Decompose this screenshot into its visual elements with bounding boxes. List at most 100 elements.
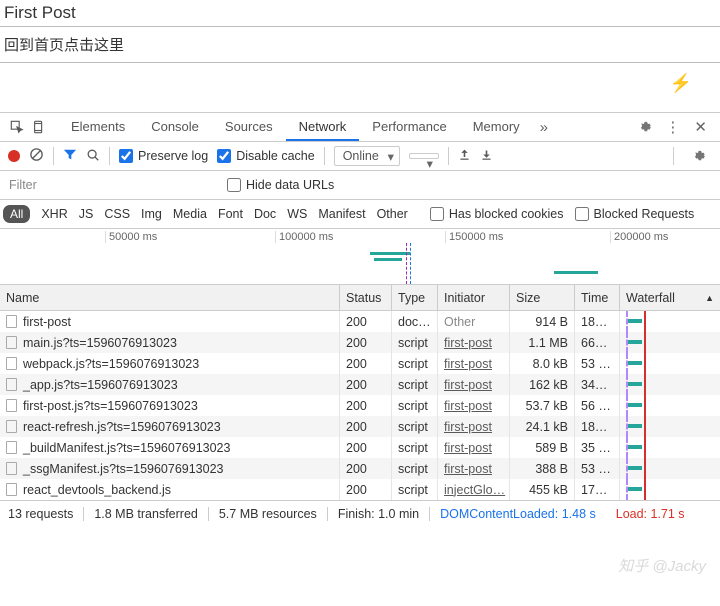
throttling-select[interactable]: Online xyxy=(334,146,400,166)
page-title: First Post xyxy=(0,0,720,27)
network-row[interactable]: _ssgManifest.js?ts=1596076913023200scrip… xyxy=(0,458,720,479)
search-icon[interactable] xyxy=(86,148,100,165)
devtools-panel: ElementsConsoleSourcesNetworkPerformance… xyxy=(0,112,720,526)
type-font[interactable]: Font xyxy=(218,207,243,221)
cell-name: _app.js?ts=1596076913023 xyxy=(0,374,340,395)
type-js[interactable]: JS xyxy=(79,207,94,221)
col-waterfall[interactable]: Waterfall▲ xyxy=(620,285,720,310)
cell-size: 589 B xyxy=(510,437,575,458)
blocked-requests-checkbox[interactable]: Blocked Requests xyxy=(575,207,695,221)
cell-status: 200 xyxy=(340,332,392,353)
sb-dcl: DOMContentLoaded: 1.48 s xyxy=(430,507,606,521)
devtools-tabs: ElementsConsoleSourcesNetworkPerformance… xyxy=(58,113,533,141)
timeline-tick: 200000 ms xyxy=(610,231,668,243)
cell-waterfall xyxy=(620,332,720,353)
network-row[interactable]: first-post200doc…Other914 B18… xyxy=(0,311,720,332)
cell-initiator[interactable]: first-post xyxy=(438,458,510,479)
cell-initiator[interactable]: first-post xyxy=(438,332,510,353)
cell-size: 388 B xyxy=(510,458,575,479)
type-img[interactable]: Img xyxy=(141,207,162,221)
cell-time: 56 … xyxy=(575,395,620,416)
timeline-tick: 150000 ms xyxy=(445,231,503,243)
cell-type: script xyxy=(392,416,438,437)
network-row[interactable]: react_devtools_backend.js200scriptinject… xyxy=(0,479,720,500)
file-icon xyxy=(6,399,17,412)
cell-type: script xyxy=(392,437,438,458)
hide-data-urls-checkbox[interactable]: Hide data URLs xyxy=(227,178,334,192)
file-icon xyxy=(6,441,17,454)
tab-memory[interactable]: Memory xyxy=(460,113,533,141)
tab-performance[interactable]: Performance xyxy=(359,113,459,141)
file-icon xyxy=(6,420,17,433)
cell-status: 200 xyxy=(340,374,392,395)
network-settings-gear-icon[interactable] xyxy=(683,149,712,164)
network-row[interactable]: react-refresh.js?ts=1596076913023200scri… xyxy=(0,416,720,437)
network-row[interactable]: first-post.js?ts=1596076913023200scriptf… xyxy=(0,395,720,416)
col-time[interactable]: Time xyxy=(575,285,620,310)
status-bar: 13 requests 1.8 MB transferred 5.7 MB re… xyxy=(0,500,720,526)
close-devtools-icon[interactable]: ✕ xyxy=(687,118,714,136)
upload-har-icon[interactable] xyxy=(458,148,471,164)
settings-gear-icon[interactable] xyxy=(629,120,658,135)
inspect-icon[interactable] xyxy=(6,113,28,141)
network-row[interactable]: _buildManifest.js?ts=1596076913023200scr… xyxy=(0,437,720,458)
tab-elements[interactable]: Elements xyxy=(58,113,138,141)
col-name[interactable]: Name xyxy=(0,285,340,310)
cell-initiator[interactable]: injectGlo… xyxy=(438,479,510,500)
cell-size: 24.1 kB xyxy=(510,416,575,437)
tabs-overflow-icon[interactable]: » xyxy=(533,119,555,136)
cell-name: main.js?ts=1596076913023 xyxy=(0,332,340,353)
col-status[interactable]: Status xyxy=(340,285,392,310)
cell-status: 200 xyxy=(340,395,392,416)
device-toggle-icon[interactable] xyxy=(28,113,50,141)
cell-name: _buildManifest.js?ts=1596076913023 xyxy=(0,437,340,458)
type-css[interactable]: CSS xyxy=(104,207,130,221)
download-har-icon[interactable] xyxy=(480,148,493,164)
cell-size: 914 B xyxy=(510,311,575,332)
tab-network[interactable]: Network xyxy=(286,113,360,141)
sb-load: Load: 1.71 s xyxy=(606,507,685,521)
network-row[interactable]: _app.js?ts=1596076913023200scriptfirst-p… xyxy=(0,374,720,395)
cell-status: 200 xyxy=(340,416,392,437)
filter-input[interactable] xyxy=(3,173,213,197)
type-manifest[interactable]: Manifest xyxy=(318,207,365,221)
cell-initiator[interactable]: first-post xyxy=(438,437,510,458)
disable-cache-checkbox[interactable]: Disable cache xyxy=(217,149,315,163)
cell-initiator[interactable]: Other xyxy=(438,311,510,332)
cell-time: 17… xyxy=(575,479,620,500)
clear-icon[interactable] xyxy=(29,147,44,165)
type-other[interactable]: Other xyxy=(377,207,408,221)
type-all[interactable]: All xyxy=(3,205,30,223)
throttling-presets[interactable] xyxy=(409,153,439,159)
col-type[interactable]: Type xyxy=(392,285,438,310)
type-xhr[interactable]: XHR xyxy=(41,207,67,221)
cell-initiator[interactable]: first-post xyxy=(438,374,510,395)
devtools-tabbar: ElementsConsoleSourcesNetworkPerformance… xyxy=(0,113,720,142)
timeline-overview[interactable]: 50000 ms100000 ms150000 ms200000 ms xyxy=(0,229,720,285)
back-home-link[interactable]: 回到首页点击这里 xyxy=(0,27,720,62)
kebab-menu-icon[interactable]: ⋮ xyxy=(658,118,687,136)
col-size[interactable]: Size xyxy=(510,285,575,310)
type-doc[interactable]: Doc xyxy=(254,207,276,221)
col-initiator[interactable]: Initiator xyxy=(438,285,510,310)
cell-name: _ssgManifest.js?ts=1596076913023 xyxy=(0,458,340,479)
type-ws[interactable]: WS xyxy=(287,207,307,221)
type-media[interactable]: Media xyxy=(173,207,207,221)
network-row[interactable]: main.js?ts=1596076913023200scriptfirst-p… xyxy=(0,332,720,353)
record-button[interactable] xyxy=(8,150,20,162)
network-row[interactable]: webpack.js?ts=1596076913023200scriptfirs… xyxy=(0,353,720,374)
cell-time: 35 … xyxy=(575,437,620,458)
tab-sources[interactable]: Sources xyxy=(212,113,286,141)
cell-initiator[interactable]: first-post xyxy=(438,416,510,437)
filter-icon[interactable] xyxy=(63,148,77,165)
timeline-tick: 50000 ms xyxy=(105,231,157,243)
tab-console[interactable]: Console xyxy=(138,113,212,141)
has-blocked-cookies-checkbox[interactable]: Has blocked cookies xyxy=(430,207,564,221)
cell-initiator[interactable]: first-post xyxy=(438,353,510,374)
watermark: 知乎 @Jacky xyxy=(618,555,706,576)
cell-type: script xyxy=(392,395,438,416)
sort-asc-icon: ▲ xyxy=(705,293,714,303)
type-filter-bar: All XHR JS CSS Img Media Font Doc WS Manifest Oth… xyxy=(0,200,720,229)
preserve-log-checkbox[interactable]: Preserve log xyxy=(119,149,208,163)
cell-initiator[interactable]: first-post xyxy=(438,395,510,416)
